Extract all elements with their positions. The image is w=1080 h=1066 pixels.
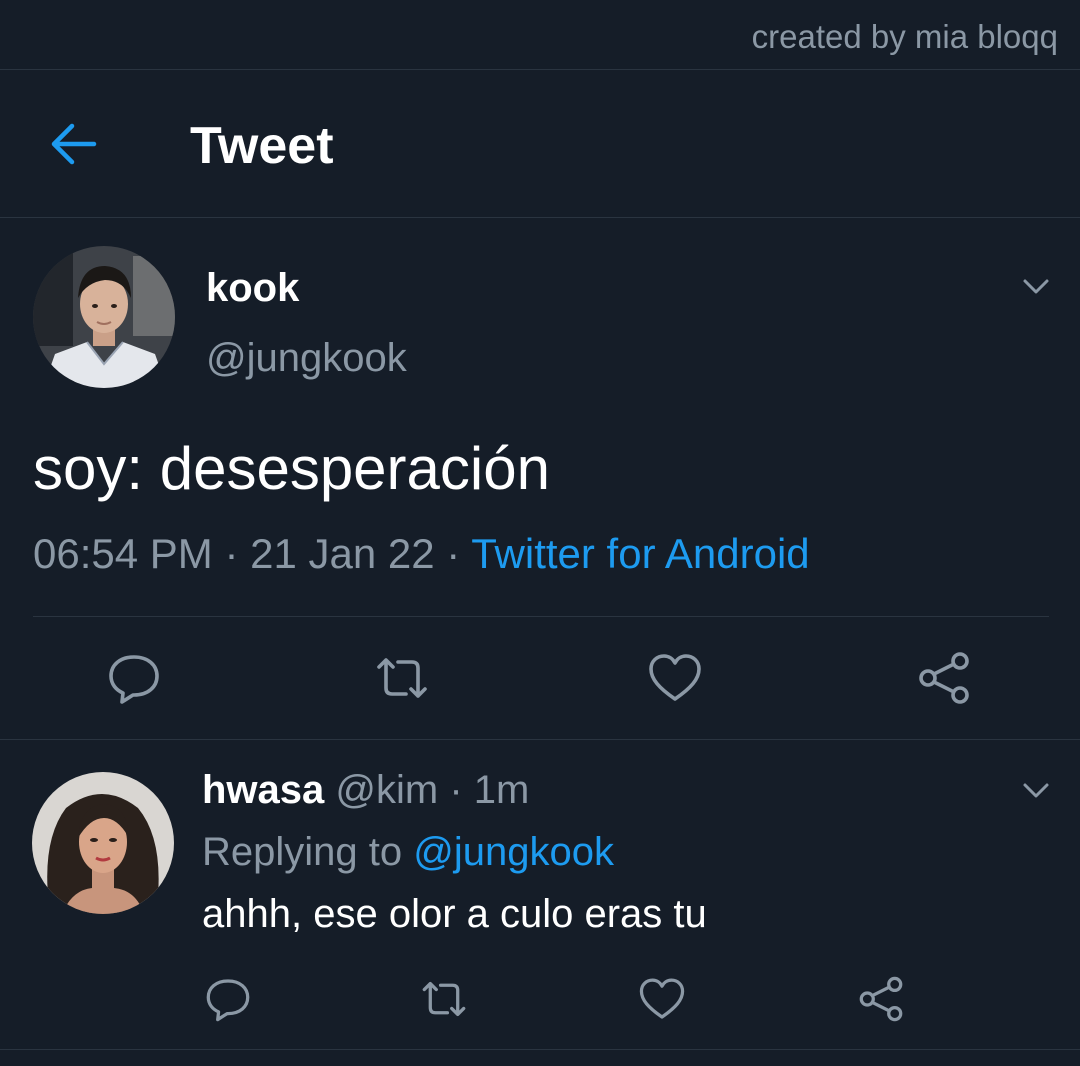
chevron-down-icon[interactable] (1022, 278, 1050, 296)
header: Tweet (0, 70, 1080, 218)
divider (0, 1049, 1080, 1050)
reply-actions (0, 975, 1080, 1023)
divider (33, 616, 1049, 617)
tweet-text: soy: desesperación (33, 435, 550, 502)
display-name[interactable]: hwasa (202, 768, 324, 812)
meta-separator: · (438, 768, 474, 812)
watermark-bar: created by mia bloqq (0, 0, 1080, 70)
divider (0, 739, 1080, 740)
like-icon[interactable] (638, 975, 686, 1023)
share-icon[interactable] (916, 650, 972, 706)
like-icon[interactable] (647, 650, 703, 706)
share-icon[interactable] (857, 975, 905, 1023)
handle[interactable]: @kim (335, 768, 438, 812)
watermark: created by mia bloqq (751, 18, 1058, 55)
tweet-source-link[interactable]: Twitter for Android (471, 530, 809, 577)
avatar[interactable] (33, 246, 175, 388)
reply-icon[interactable] (204, 975, 252, 1023)
chevron-down-icon[interactable] (1022, 782, 1050, 800)
tweet-actions (0, 650, 1080, 706)
tweet-date: 21 Jan 22 (250, 530, 435, 577)
display-name[interactable]: kook (206, 266, 299, 311)
tweet-time: 06:54 PM (33, 530, 213, 577)
reply-header: hwasa @kim · 1m (202, 768, 529, 813)
tweet-meta: 06:54 PM · 21 Jan 22 · Twitter for Andro… (33, 530, 810, 578)
arrow-left-icon[interactable] (50, 122, 98, 166)
reply-age: 1m (473, 768, 530, 812)
reply-icon[interactable] (106, 650, 162, 706)
replying-to: Replying to @jungkook (202, 830, 614, 875)
meta-separator: · (434, 530, 472, 577)
page-title: Tweet (190, 117, 334, 175)
avatar[interactable] (32, 772, 174, 914)
retweet-icon[interactable] (374, 650, 430, 706)
retweet-icon[interactable] (420, 975, 468, 1023)
replying-prefix: Replying to (202, 830, 414, 874)
meta-separator: · (212, 530, 251, 577)
reply-text: ahhh, ese olor a culo eras tu (202, 892, 707, 936)
handle[interactable]: @jungkook (206, 336, 407, 381)
mention-link[interactable]: @jungkook (413, 830, 614, 874)
